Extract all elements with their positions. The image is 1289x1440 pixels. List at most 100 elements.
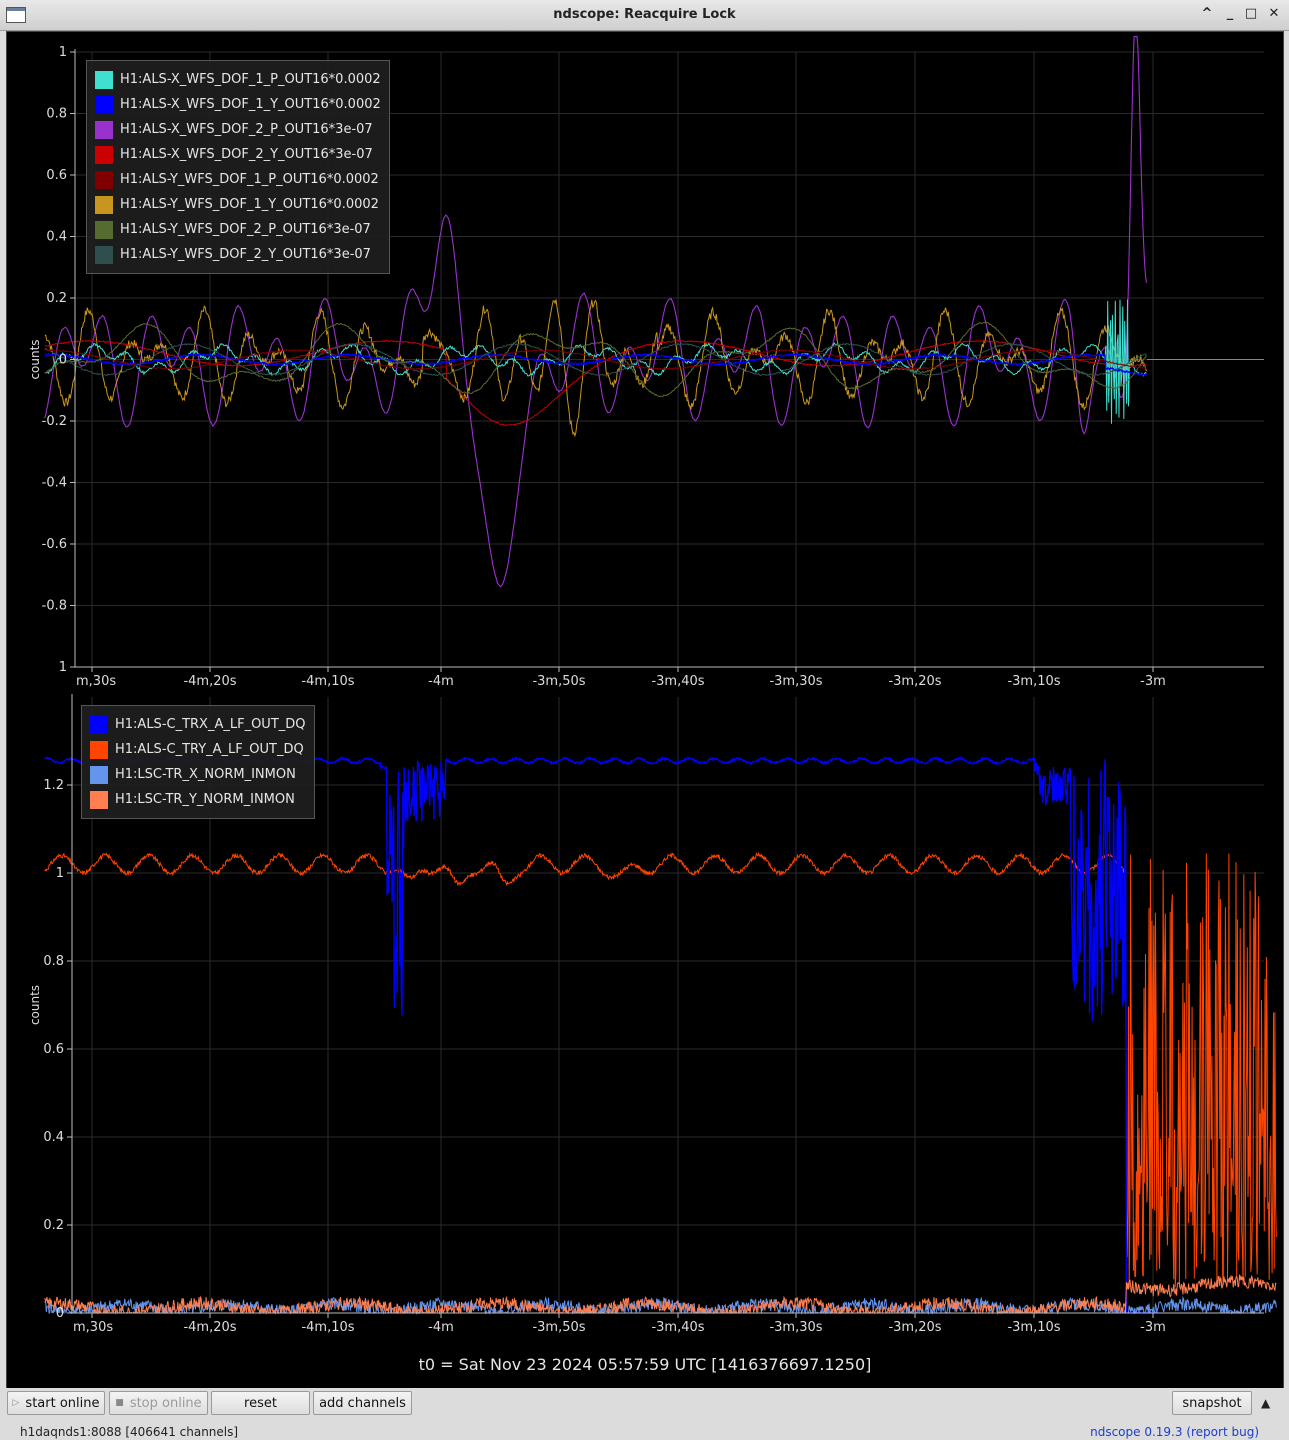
stop-icon: ■ bbox=[115, 1398, 124, 1408]
legend-swatch bbox=[95, 195, 113, 214]
top-plot-legend[interactable]: H1:ALS-X_WFS_DOF_1_P_OUT16*0.0002 H1:ALS-… bbox=[86, 60, 390, 274]
legend-swatch bbox=[90, 740, 108, 759]
top-y-tick-label: -0.2 bbox=[42, 414, 67, 429]
top-legend-item[interactable]: H1:ALS-Y_WFS_DOF_1_P_OUT16*0.0002 bbox=[95, 167, 381, 192]
top-x-tick-label: -3m,10s bbox=[1007, 674, 1060, 689]
top-y-tick-label: 0.4 bbox=[46, 230, 67, 245]
top-legend-item[interactable]: H1:ALS-Y_WFS_DOF_2_P_OUT16*3e-07 bbox=[95, 217, 381, 242]
legend-label: H1:ALS-Y_WFS_DOF_2_Y_OUT16*3e-07 bbox=[120, 247, 371, 262]
top-legend-item[interactable]: H1:ALS-X_WFS_DOF_2_P_OUT16*3e-07 bbox=[95, 117, 381, 142]
window-title: ndscope: Reacquire Lock bbox=[553, 7, 736, 22]
top-y-tick-label: -0.8 bbox=[42, 599, 67, 614]
top-legend-item[interactable]: H1:ALS-Y_WFS_DOF_2_Y_OUT16*3e-07 bbox=[95, 242, 381, 267]
server-info: h1daqnds1:8088 [406641 channels] bbox=[20, 1425, 239, 1439]
bottom-x-tick-label: -3m,10s bbox=[1007, 1320, 1060, 1335]
top-y-tick-label: 0.6 bbox=[46, 168, 67, 183]
bottom-y-tick-label: 0.6 bbox=[43, 1042, 64, 1057]
reset-button[interactable]: reset bbox=[211, 1391, 310, 1415]
legend-label: H1:ALS-C_TRX_A_LF_OUT_DQ bbox=[115, 717, 306, 732]
top-y-tick-label: 1 bbox=[59, 660, 67, 675]
minimize-icon[interactable]: _ bbox=[1223, 7, 1237, 21]
legend-label: H1:ALS-X_WFS_DOF_1_P_OUT16*0.0002 bbox=[120, 72, 381, 87]
legend-label: H1:LSC-TR_Y_NORM_INMON bbox=[115, 792, 295, 807]
bottom-x-tick-label: -3m,30s bbox=[769, 1320, 822, 1335]
top-y-tick-label: 1 bbox=[59, 45, 67, 60]
legend-swatch bbox=[95, 145, 113, 164]
bottom-x-tick-label: -4m,10s bbox=[301, 1320, 354, 1335]
snapshot-button[interactable]: snapshot bbox=[1172, 1391, 1252, 1415]
top-x-tick-label: m,30s bbox=[76, 674, 116, 689]
add-channels-button[interactable]: add channels bbox=[313, 1391, 412, 1415]
legend-swatch bbox=[95, 245, 113, 264]
play-icon: ▷ bbox=[12, 1398, 20, 1408]
bottom-x-tick-label: -4m bbox=[428, 1320, 454, 1335]
legend-swatch bbox=[90, 765, 108, 784]
bottom-x-tick-label: m,30s bbox=[73, 1320, 113, 1335]
top-y-axis-label: counts bbox=[28, 339, 42, 379]
top-x-tick-label: -3m bbox=[1140, 674, 1166, 689]
top-y-tick-label: 0 bbox=[59, 353, 67, 368]
legend-label: H1:ALS-X_WFS_DOF_2_P_OUT16*3e-07 bbox=[120, 122, 373, 137]
top-x-tick-label: -4m bbox=[428, 674, 454, 689]
collapse-arrow-icon[interactable]: ▲ bbox=[1261, 1396, 1270, 1410]
legend-swatch bbox=[95, 120, 113, 139]
top-legend-item[interactable]: H1:ALS-X_WFS_DOF_2_Y_OUT16*3e-07 bbox=[95, 142, 381, 167]
t0-label: t0 = Sat Nov 23 2024 05:57:59 UTC [14163… bbox=[418, 1355, 872, 1374]
scope-area: 1 0.8 0.6 0.4 0.2 0 -0.2 -0.4 -0.6 -0.8 1 counts 1.2… bbox=[6, 31, 1284, 1389]
legend-label: H1:ALS-X_WFS_DOF_1_Y_OUT16*0.0002 bbox=[120, 97, 381, 112]
window-titlebar: ndscope: Reacquire Lock ^ _ □ ✕ bbox=[0, 0, 1289, 31]
start-online-button[interactable]: ▷ start online bbox=[7, 1391, 105, 1415]
bottom-legend-item[interactable]: H1:ALS-C_TRY_A_LF_OUT_DQ bbox=[90, 737, 306, 762]
bottom-y-tick-label: 0.2 bbox=[43, 1218, 64, 1233]
bottom-y-tick-label: 0.4 bbox=[43, 1130, 64, 1145]
bottom-legend-item[interactable]: H1:ALS-C_TRX_A_LF_OUT_DQ bbox=[90, 712, 306, 737]
top-x-tick-label: -3m,20s bbox=[888, 674, 941, 689]
stop-online-button: ■ stop online bbox=[109, 1391, 208, 1415]
top-legend-item[interactable]: H1:ALS-X_WFS_DOF_1_P_OUT16*0.0002 bbox=[95, 67, 381, 92]
bottom-y-axis-label: counts bbox=[28, 985, 42, 1025]
bottom-x-tick-label: -3m bbox=[1140, 1320, 1166, 1335]
trace-c-trx bbox=[44, 755, 1159, 1315]
bottom-x-tick-label: -3m,40s bbox=[651, 1320, 704, 1335]
bottom-plot-legend[interactable]: H1:ALS-C_TRX_A_LF_OUT_DQ H1:ALS-C_TRY_A_L… bbox=[81, 705, 315, 819]
top-x-tick-label: -3m,40s bbox=[651, 674, 704, 689]
legend-label: H1:ALS-Y_WFS_DOF_1_Y_OUT16*0.0002 bbox=[120, 197, 379, 212]
bottom-x-tick-label: -3m,20s bbox=[888, 1320, 941, 1335]
legend-swatch bbox=[95, 170, 113, 189]
report-bug-link[interactable]: report bug bbox=[1191, 1425, 1254, 1439]
top-y-tick-label: 0.8 bbox=[46, 107, 67, 122]
top-legend-item[interactable]: H1:ALS-X_WFS_DOF_1_Y_OUT16*0.0002 bbox=[95, 92, 381, 117]
legend-label: H1:LSC-TR_X_NORM_INMON bbox=[115, 767, 296, 782]
version-info: ndscope 0.19.3 (report bug) bbox=[1090, 1425, 1259, 1439]
bottom-y-tick-label: 0.8 bbox=[43, 954, 64, 969]
top-y-tick-label: -0.4 bbox=[42, 476, 67, 491]
close-icon[interactable]: ✕ bbox=[1267, 7, 1281, 21]
legend-label: H1:ALS-X_WFS_DOF_2_Y_OUT16*3e-07 bbox=[120, 147, 373, 162]
bottom-y-tick-label: 1 bbox=[56, 866, 64, 881]
legend-swatch bbox=[95, 70, 113, 89]
bottom-legend-item[interactable]: H1:LSC-TR_Y_NORM_INMON bbox=[90, 787, 306, 812]
legend-label: H1:ALS-Y_WFS_DOF_1_P_OUT16*0.0002 bbox=[120, 172, 379, 187]
top-y-tick-label: 0.2 bbox=[46, 291, 67, 306]
top-x-tick-label: -3m,50s bbox=[532, 674, 585, 689]
legend-swatch bbox=[90, 790, 108, 809]
bottom-x-tick-label: -4m,20s bbox=[183, 1320, 236, 1335]
bottom-legend-item[interactable]: H1:LSC-TR_X_NORM_INMON bbox=[90, 762, 306, 787]
bottom-x-tick-label: -3m,50s bbox=[532, 1320, 585, 1335]
bottom-y-tick-label: 1.2 bbox=[43, 778, 64, 793]
bottom-y-tick-label: 0 bbox=[56, 1306, 64, 1321]
legend-label: H1:ALS-Y_WFS_DOF_2_P_OUT16*3e-07 bbox=[120, 222, 371, 237]
legend-swatch bbox=[95, 95, 113, 114]
maximize-icon[interactable]: □ bbox=[1244, 7, 1258, 21]
toolbar: ▷ start online ■ stop online reset add cha… bbox=[0, 1388, 1289, 1418]
keep-above-icon[interactable]: ^ bbox=[1200, 7, 1214, 21]
top-y-tick-label: -0.6 bbox=[42, 537, 67, 552]
top-legend-item[interactable]: H1:ALS-Y_WFS_DOF_1_Y_OUT16*0.0002 bbox=[95, 192, 381, 217]
top-x-tick-label: -4m,10s bbox=[301, 674, 354, 689]
legend-label: H1:ALS-C_TRY_A_LF_OUT_DQ bbox=[115, 742, 304, 757]
status-bar: h1daqnds1:8088 [406641 channels] ndscope… bbox=[0, 1422, 1289, 1440]
top-x-tick-label: -3m,30s bbox=[769, 674, 822, 689]
legend-swatch bbox=[95, 220, 113, 239]
top-x-tick-label: -4m,20s bbox=[183, 674, 236, 689]
legend-swatch bbox=[90, 715, 108, 734]
